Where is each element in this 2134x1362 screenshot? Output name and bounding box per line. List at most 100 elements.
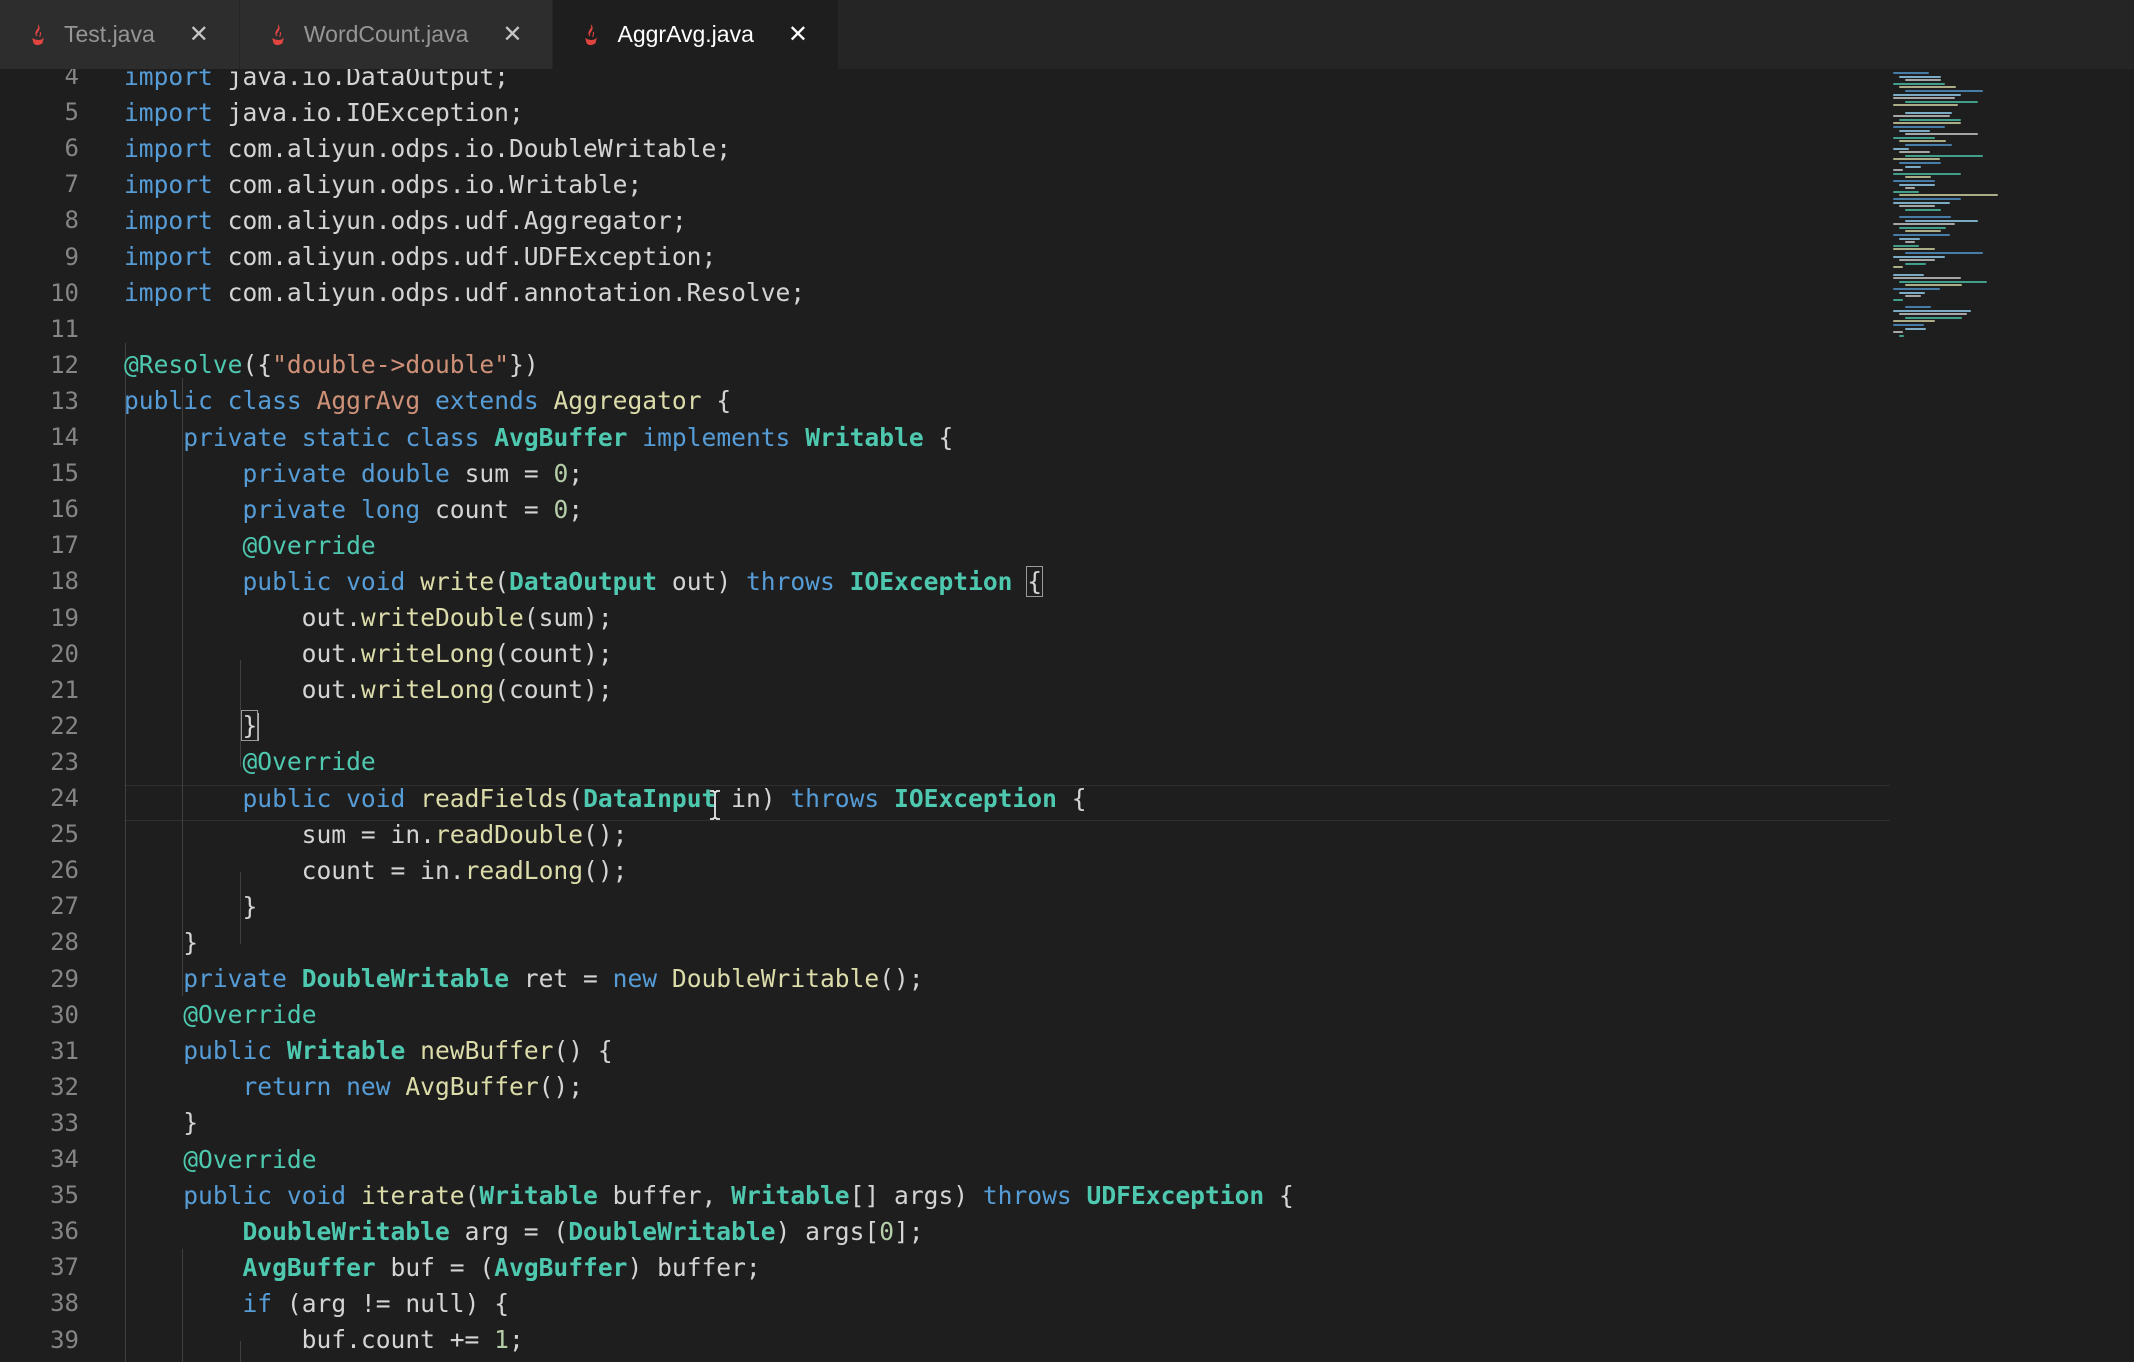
code-token: throws <box>745 566 835 596</box>
code-line[interactable]: 7 import com.aliyun.odps.io.Writable; <box>0 166 1890 202</box>
code-line[interactable]: 21 out.writeLong(count); <box>0 672 1890 708</box>
minimap-line <box>1893 309 1971 312</box>
code-token: 1 <box>494 1325 509 1354</box>
code-line[interactable]: 11 <box>0 311 1890 347</box>
minimap-line <box>1905 79 1942 82</box>
code-line[interactable]: 39 buf.count += 1; <box>0 1322 1890 1358</box>
line-code: @Override <box>124 1145 316 1174</box>
minimap-line <box>1905 144 1952 146</box>
code-token: ) buffer; <box>627 1252 761 1282</box>
tab-wordcount-java[interactable]: WordCount.java ✕ <box>239 0 554 69</box>
code-line[interactable]: 29 private DoubleWritable ret = new Doub… <box>0 961 1890 997</box>
code-line[interactable]: 33 } <box>0 1105 1890 1141</box>
code-line[interactable]: 32 return new AvgBuffer(); <box>0 1069 1890 1105</box>
minimap-line <box>1899 129 1931 132</box>
minimap-line <box>1905 230 1942 233</box>
code-line[interactable]: 26 count = in.readLong(); <box>0 852 1890 888</box>
code-line[interactable]: 28 } <box>0 924 1890 960</box>
tab-test-java[interactable]: Test.java ✕ <box>0 0 240 69</box>
code-token: import <box>124 97 213 127</box>
code-token: return <box>242 1072 332 1102</box>
close-icon[interactable]: ✕ <box>788 22 808 47</box>
code-token: DoubleWritable <box>242 1216 450 1246</box>
code-token: sum = in. <box>124 819 435 849</box>
code-line[interactable]: 10 import com.aliyun.odps.udf.annotation.… <box>0 275 1890 311</box>
code-token: readLong <box>464 855 584 885</box>
code-token: AvgBuffer <box>494 422 628 452</box>
code-line[interactable]: 31 public Writable newBuffer() { <box>0 1033 1890 1069</box>
minimap-line <box>1905 316 1963 319</box>
code-line[interactable]: 23 @Override <box>0 744 1890 780</box>
code-line[interactable]: 37 AvgBuffer buf = (AvgBuffer) buffer; <box>0 1249 1890 1285</box>
line-code: private DoubleWritable ret = new DoubleW… <box>124 964 923 993</box>
code-line[interactable]: 18 public void write(DataOutput out) thr… <box>0 563 1890 599</box>
code-line[interactable]: 6 import com.aliyun.odps.io.DoubleWritabl… <box>0 130 1890 166</box>
code-line[interactable]: 34 @Override <box>0 1141 1890 1177</box>
code-token: com.aliyun.odps.udf.annotation.Resolve; <box>212 278 806 308</box>
code-line[interactable]: 38 if (arg != null) { <box>0 1285 1890 1321</box>
code-line[interactable]: 13 public class AggrAvg extends Aggregato… <box>0 383 1890 419</box>
line-code: if (arg != null) { <box>124 1289 509 1318</box>
line-number: 11 <box>50 314 79 343</box>
close-icon[interactable]: ✕ <box>502 22 522 47</box>
code-line[interactable]: 5 import java.io.IOException; <box>0 94 1890 130</box>
code-line[interactable]: 20 out.writeLong(count); <box>0 636 1890 672</box>
minimap-line <box>1893 234 1951 236</box>
minimap-line <box>1905 133 1978 136</box>
code-line[interactable]: 30 @Override <box>0 997 1890 1033</box>
code-line[interactable]: 17 @Override <box>0 527 1890 563</box>
code-line[interactable]: 16 private long count = 0; <box>0 491 1890 527</box>
line-number: 21 <box>50 675 79 704</box>
minimap[interactable] <box>1890 69 2134 1362</box>
code-line[interactable]: 15 private double sum = 0; <box>0 455 1890 491</box>
tab-aggravg-java[interactable]: AggrAvg.java ✕ <box>553 0 839 69</box>
code-line[interactable]: 8 import com.aliyun.odps.udf.Aggregator; <box>0 202 1890 238</box>
minimap-line <box>1893 320 1935 323</box>
code-line[interactable]: 19 out.writeDouble(sum); <box>0 600 1890 636</box>
code-line[interactable]: 35 public void iterate(Writable buffer, … <box>0 1177 1890 1213</box>
code-editor[interactable]: 4 import java.io.DataOutput; 5 import java.… <box>0 69 1890 1362</box>
minimap-line <box>1905 295 1921 298</box>
code-line[interactable]: 22 } <box>0 708 1890 744</box>
minimap-line <box>1893 180 1935 182</box>
minimap-line <box>1893 97 1956 100</box>
line-code: import com.aliyun.odps.udf.annotation.Re… <box>124 278 805 307</box>
code-line[interactable]: 25 sum = in.readDouble(); <box>0 816 1890 852</box>
code-token: class <box>227 386 302 416</box>
code-token: AvgBuffer <box>494 1252 628 1282</box>
code-token: DoubleWritable <box>671 964 880 993</box>
code-line[interactable]: 14 private static class AvgBuffer implem… <box>0 419 1890 455</box>
minimap-line <box>1899 334 1905 337</box>
text-caret <box>257 712 260 741</box>
line-code: import com.aliyun.odps.io.DoubleWritable… <box>124 134 731 163</box>
minimap-line <box>1893 93 1961 96</box>
code-token: throws <box>982 1180 1072 1210</box>
code-token: out) <box>657 566 746 596</box>
code-line[interactable]: 24 public void readFields(DataInput in) … <box>0 780 1890 816</box>
code-token: arg = ( <box>449 1216 569 1246</box>
code-line[interactable]: 12 @Resolve({"double->double"}) <box>0 347 1890 383</box>
code-token: ({ <box>242 350 273 380</box>
code-line[interactable]: 9 import com.aliyun.odps.udf.UDFException… <box>0 239 1890 275</box>
code-line[interactable]: 27 } <box>0 888 1890 924</box>
code-token: (sum); <box>523 603 613 632</box>
minimap-line <box>1905 165 1921 168</box>
minimap-line <box>1893 169 1904 172</box>
line-code: } <box>124 928 198 957</box>
code-token: IOException <box>894 783 1057 813</box>
line-code: public void write(DataOutput out) throws… <box>124 565 1044 597</box>
close-icon[interactable]: ✕ <box>189 22 209 47</box>
code-line[interactable]: 36 DoubleWritable arg = (DoubleWritable)… <box>0 1213 1890 1249</box>
line-code: private long count = 0; <box>124 495 583 524</box>
code-line[interactable]: 4 import java.io.DataOutput; <box>0 69 1890 94</box>
